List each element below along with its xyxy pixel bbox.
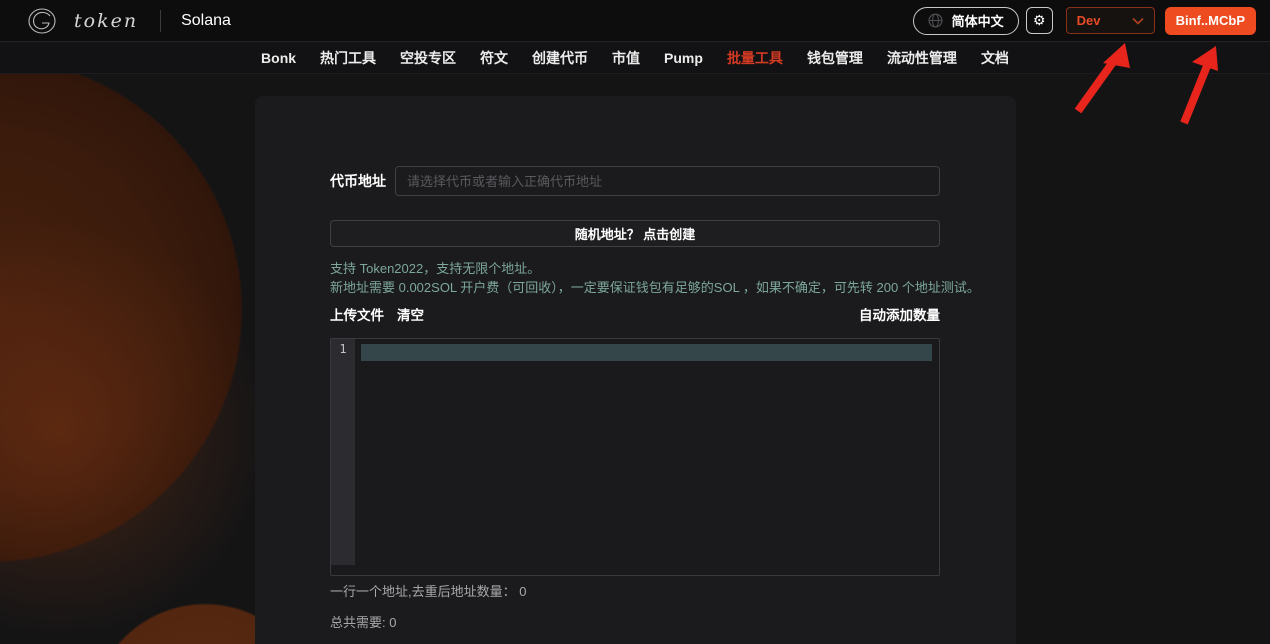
chevron-down-icon <box>1132 17 1144 25</box>
env-dropdown-value: Dev <box>1077 13 1101 28</box>
nav-item-bonk[interactable]: Bonk <box>261 50 296 66</box>
editor-toolbar: 上传文件 清空 自动添加数量 <box>330 305 940 323</box>
nav-item-airdrop[interactable]: 空投专区 <box>400 48 456 68</box>
nav-item-liquidity-mgmt[interactable]: 流动性管理 <box>887 48 957 68</box>
nav-item-docs[interactable]: 文档 <box>981 48 1009 68</box>
language-button[interactable]: 简体中文 <box>913 7 1019 35</box>
address-list-editor[interactable]: 1 <box>330 338 940 576</box>
globe-icon <box>928 13 943 28</box>
language-label: 简体中文 <box>952 11 1004 30</box>
nav-item-hot-tools[interactable]: 热门工具 <box>320 48 376 68</box>
dedupe-count-line: 一行一个地址,去重后地址数量： 0 <box>330 581 526 600</box>
total-needed-value: 0 <box>389 615 396 630</box>
wallet-address-button[interactable]: Binf..MCbP <box>1165 7 1256 35</box>
settings-button[interactable]: ⚙ <box>1026 7 1053 34</box>
auto-add-amount-button[interactable]: 自动添加数量 <box>859 304 940 324</box>
top-header: token Solana 简体中文 ⚙ Dev Binf..MCbP <box>0 0 1270 42</box>
dedupe-count-value: 0 <box>519 584 526 599</box>
batch-tool-panel: 代币地址 随机地址？ 点击创建 支持 Token2022，支持无限个地址。 新地… <box>255 96 1016 644</box>
nav-item-wallet-mgmt[interactable]: 钱包管理 <box>807 48 863 68</box>
editor-gutter: 1 <box>331 339 355 565</box>
main-nav: Bonk 热门工具 空投专区 符文 创建代币 市值 Pump 批量工具 钱包管理… <box>0 43 1270 74</box>
note-line-2: 新地址需要 0.002SOL 开户费（可回收），一定要保证钱包有足够的SOL ，… <box>330 278 950 297</box>
total-needed-line: 总共需要: 0 <box>330 612 396 631</box>
clear-button[interactable]: 清空 <box>397 304 424 324</box>
brand: token Solana <box>26 6 231 36</box>
brand-divider <box>160 10 161 32</box>
nav-item-batch-tools[interactable]: 批量工具 <box>727 48 783 68</box>
token-address-label: 代币地址 <box>330 171 386 191</box>
env-dropdown[interactable]: Dev <box>1066 7 1155 34</box>
nav-item-create-token[interactable]: 创建代币 <box>532 48 588 68</box>
info-notes: 支持 Token2022，支持无限个地址。 新地址需要 0.002SOL 开户费… <box>330 259 950 297</box>
total-needed-label: 总共需要: <box>330 615 386 630</box>
gear-icon: ⚙ <box>1033 12 1046 29</box>
editor-active-line <box>361 344 932 361</box>
nav-item-pump[interactable]: Pump <box>664 50 703 66</box>
brand-logo-text: token <box>74 10 138 32</box>
token-address-input[interactable] <box>395 166 940 196</box>
note-line-1: 支持 Token2022，支持无限个地址。 <box>330 259 950 278</box>
dedupe-count-label: 一行一个地址,去重后地址数量： <box>330 584 516 599</box>
token-address-row: 代币地址 <box>330 166 940 196</box>
editor-line-number: 1 <box>331 339 355 356</box>
random-address-button[interactable]: 随机地址？ 点击创建 <box>330 220 940 247</box>
upload-file-button[interactable]: 上传文件 <box>330 304 384 324</box>
network-name: Solana <box>181 12 231 30</box>
header-actions: 简体中文 ⚙ Dev Binf..MCbP <box>913 7 1256 35</box>
nav-item-runes[interactable]: 符文 <box>480 48 508 68</box>
brand-logo-icon <box>26 6 60 36</box>
nav-item-market-cap[interactable]: 市值 <box>612 48 640 68</box>
